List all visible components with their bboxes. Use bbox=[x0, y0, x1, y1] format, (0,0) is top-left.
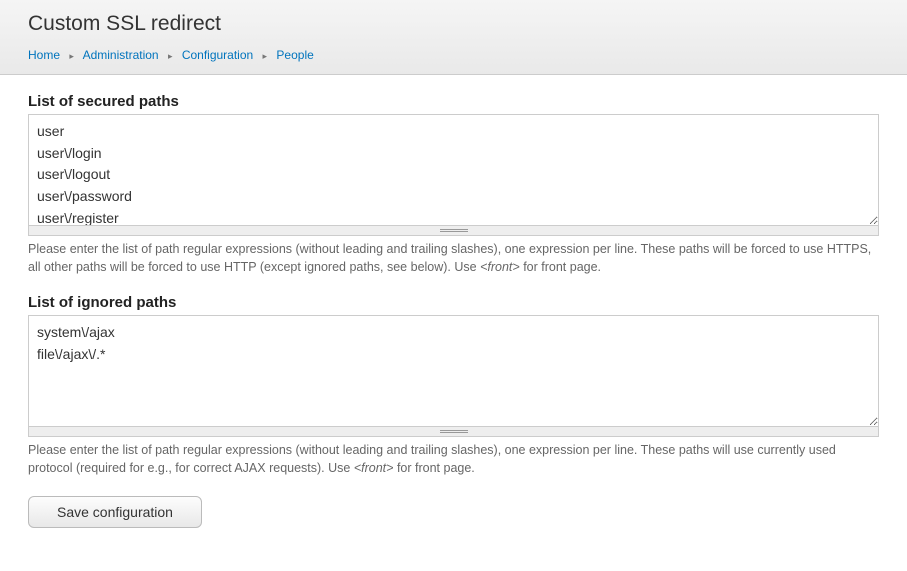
ignored-paths-label: List of ignored paths bbox=[28, 294, 879, 311]
ignored-paths-field: List of ignored paths system\/ajax file\… bbox=[28, 294, 879, 477]
resize-grippie[interactable] bbox=[28, 427, 879, 437]
breadcrumb-people[interactable]: People bbox=[276, 48, 313, 62]
ignored-paths-textarea-wrapper: system\/ajax file\/ajax\/.* bbox=[28, 315, 879, 427]
secured-paths-textarea-wrapper: user user\/login user\/logout user\/pass… bbox=[28, 114, 879, 226]
description-em: <front> bbox=[480, 260, 520, 274]
description-text: for front page. bbox=[520, 260, 601, 274]
header-bar: Custom SSL redirect Home ▸ Administratio… bbox=[0, 0, 907, 75]
ignored-paths-textarea[interactable]: system\/ajax file\/ajax\/.* bbox=[29, 316, 878, 426]
description-em: <front> bbox=[354, 461, 394, 475]
description-text: Please enter the list of path regular ex… bbox=[28, 242, 871, 274]
chevron-right-icon: ▸ bbox=[168, 51, 173, 62]
ignored-paths-description: Please enter the list of path regular ex… bbox=[28, 441, 879, 477]
chevron-right-icon: ▸ bbox=[69, 51, 74, 62]
breadcrumb: Home ▸ Administration ▸ Configuration ▸ … bbox=[28, 44, 879, 74]
secured-paths-description: Please enter the list of path regular ex… bbox=[28, 240, 879, 276]
content: List of secured paths user user\/login u… bbox=[0, 75, 907, 546]
description-text: for front page. bbox=[393, 461, 474, 475]
breadcrumb-administration[interactable]: Administration bbox=[83, 48, 159, 62]
page-title: Custom SSL redirect bbox=[28, 0, 879, 44]
secured-paths-label: List of secured paths bbox=[28, 93, 879, 110]
breadcrumb-home[interactable]: Home bbox=[28, 48, 60, 62]
resize-grippie[interactable] bbox=[28, 226, 879, 236]
breadcrumb-configuration[interactable]: Configuration bbox=[182, 48, 253, 62]
save-configuration-button[interactable]: Save configuration bbox=[28, 496, 202, 528]
chevron-right-icon: ▸ bbox=[263, 51, 268, 62]
secured-paths-field: List of secured paths user user\/login u… bbox=[28, 93, 879, 276]
secured-paths-textarea[interactable]: user user\/login user\/logout user\/pass… bbox=[29, 115, 878, 225]
